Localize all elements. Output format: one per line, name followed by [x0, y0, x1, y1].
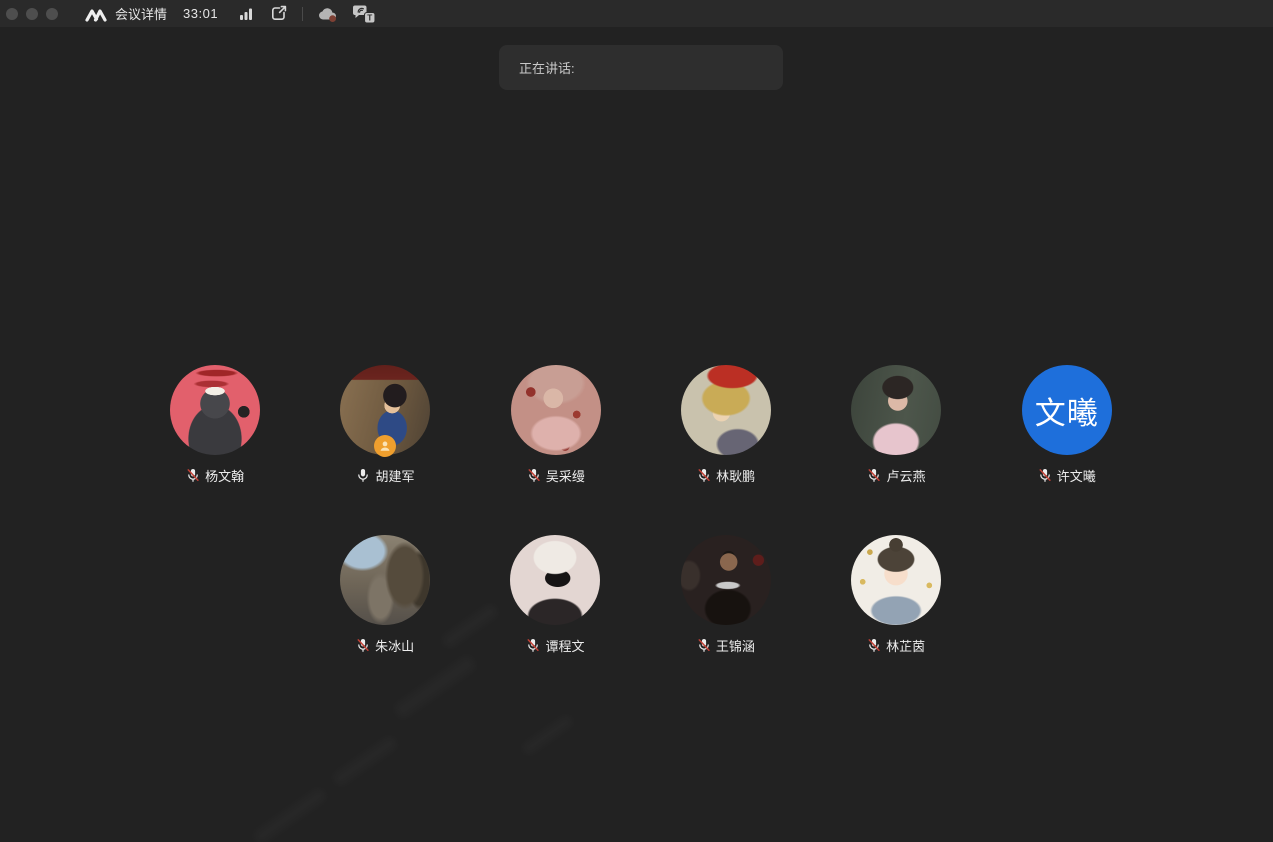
avatar — [681, 535, 771, 625]
cloud-record-icon[interactable] — [316, 5, 340, 23]
minimize-button[interactable] — [26, 8, 38, 20]
titlebar: 会议详情 33:01 T — [0, 0, 1273, 27]
participant-name: 林芷茵 — [886, 636, 925, 655]
participant-tile[interactable]: 卢云燕 — [811, 365, 981, 484]
window-controls — [6, 8, 58, 20]
participant-name: 王锦涵 — [716, 636, 755, 655]
watermark — [522, 715, 573, 755]
avatar: 文曦 — [1022, 365, 1112, 455]
meeting-title: 会议详情 — [115, 4, 167, 23]
participant-tile[interactable]: 杨文翰 — [130, 365, 300, 484]
participant-tile[interactable]: 林耿鹏 — [641, 365, 811, 484]
participant-name: 林耿鹏 — [716, 466, 755, 485]
meeting-window: { "titlebar": { "title": "会议详情", "timer"… — [0, 0, 1273, 842]
mic-muted-icon — [1038, 467, 1052, 484]
avatar — [851, 535, 941, 625]
watermark — [254, 788, 326, 842]
watermark — [333, 736, 397, 786]
participant-row-2: 朱冰山 谭程文 王锦涵 — [300, 535, 982, 654]
participant-tile[interactable]: 谭程文 — [470, 535, 640, 654]
avatar-initials: 文曦 — [1035, 388, 1099, 433]
participant-name: 胡建军 — [375, 466, 414, 485]
mic-muted-icon — [526, 637, 540, 654]
avatar — [340, 535, 430, 625]
speaking-banner: 正在讲话: — [499, 45, 783, 90]
meeting-logo-icon — [84, 6, 108, 22]
speaking-label: 正在讲话: — [519, 58, 575, 77]
close-button[interactable] — [6, 8, 18, 20]
mic-muted-icon — [697, 637, 711, 654]
participant-tile[interactable]: 朱冰山 — [300, 535, 470, 654]
zoom-button[interactable] — [46, 8, 58, 20]
signal-strength-icon[interactable] — [238, 7, 254, 21]
translate-badge-letter: T — [367, 14, 372, 23]
mic-muted-icon — [186, 467, 200, 484]
mic-muted-icon — [356, 637, 370, 654]
avatar — [511, 365, 601, 455]
titlebar-divider — [302, 7, 303, 21]
avatar — [681, 365, 771, 455]
share-icon[interactable] — [270, 5, 288, 22]
avatar — [340, 365, 430, 455]
participant-name: 谭程文 — [545, 636, 584, 655]
participant-tile[interactable]: 林芷茵 — [811, 535, 981, 654]
participant-tile[interactable]: 吴采缦 — [471, 365, 641, 484]
participant-row-1: 杨文翰 胡建军 — [130, 365, 1152, 484]
meeting-timer: 33:01 — [183, 6, 218, 21]
host-badge-icon — [374, 435, 396, 457]
participant-tile[interactable]: 胡建军 — [300, 365, 470, 484]
mic-on-icon — [356, 467, 370, 484]
participant-name: 许文曦 — [1057, 466, 1096, 485]
participant-tile[interactable]: 王锦涵 — [641, 535, 811, 654]
avatar — [510, 535, 600, 625]
participant-tile[interactable]: 文曦 许文曦 — [982, 365, 1152, 484]
participant-name: 卢云燕 — [886, 466, 925, 485]
mic-muted-icon — [867, 467, 881, 484]
avatar — [851, 365, 941, 455]
translate-caption-icon[interactable]: T — [352, 3, 377, 24]
participant-name: 杨文翰 — [205, 466, 244, 485]
avatar — [170, 365, 260, 455]
participant-name: 朱冰山 — [375, 636, 414, 655]
mic-muted-icon — [527, 467, 541, 484]
mic-muted-icon — [697, 467, 711, 484]
watermark — [394, 655, 476, 718]
participant-name: 吴采缦 — [546, 466, 585, 485]
mic-muted-icon — [867, 637, 881, 654]
